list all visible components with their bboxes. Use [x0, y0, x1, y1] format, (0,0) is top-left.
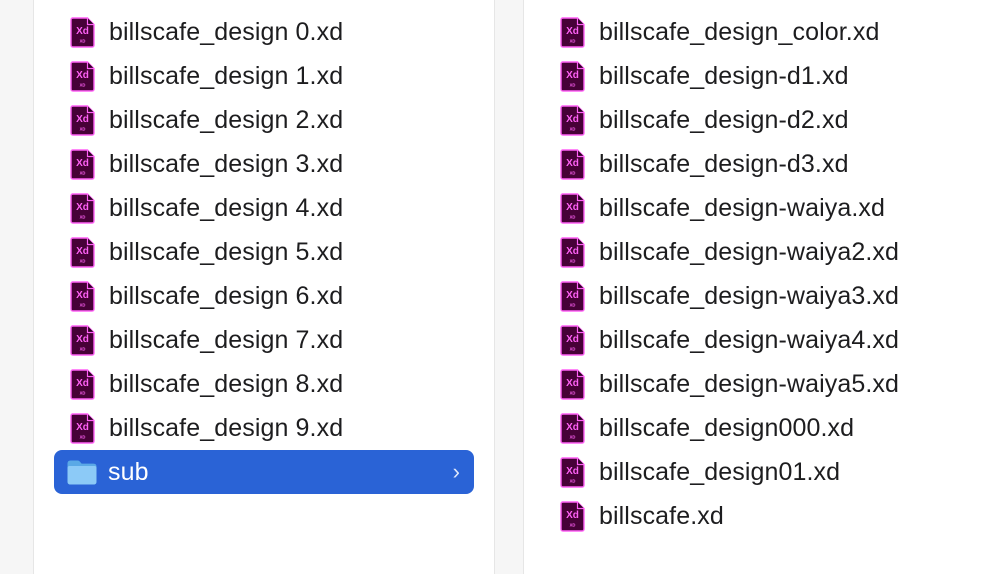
chevron-right-icon: › [452, 459, 460, 484]
file-name: billscafe_design-d1.xd [599, 61, 849, 90]
xd-file-icon [70, 17, 95, 48]
file-name: billscafe_design 2.xd [109, 105, 344, 134]
file-name: billscafe_design 0.xd [109, 17, 344, 46]
file-name: billscafe_design 5.xd [109, 237, 344, 266]
xd-file-icon [70, 325, 95, 356]
finder-column-child[interactable]: billscafe_design_color.xd billscafe_desi… [523, 0, 982, 574]
file-name: billscafe_design 1.xd [109, 61, 344, 90]
file-row[interactable]: billscafe_design-d3.xd [544, 142, 972, 186]
folder-name: sub [108, 457, 149, 486]
finder-column-view: billscafe_design 0.xd billscafe_design 1… [0, 0, 982, 574]
xd-file-icon [70, 413, 95, 444]
xd-file-icon [70, 193, 95, 224]
xd-file-icon [560, 325, 585, 356]
xd-file-icon [560, 237, 585, 268]
file-row[interactable]: billscafe_design 7.xd [54, 318, 474, 362]
xd-file-icon [70, 237, 95, 268]
file-row[interactable]: billscafe_design 3.xd [54, 142, 474, 186]
file-row[interactable]: billscafe_design 6.xd [54, 274, 474, 318]
file-name: billscafe_design-waiya2.xd [599, 237, 899, 266]
xd-file-icon [70, 105, 95, 136]
file-row[interactable]: billscafe_design 5.xd [54, 230, 474, 274]
file-list-child: billscafe_design_color.xd billscafe_desi… [524, 10, 982, 538]
file-row[interactable]: billscafe_design-waiya2.xd [544, 230, 972, 274]
folder-row-sub[interactable]: sub › [54, 450, 474, 494]
file-row[interactable]: billscafe_design-waiya5.xd [544, 362, 972, 406]
file-name: billscafe_design000.xd [599, 413, 855, 442]
xd-file-icon [560, 413, 585, 444]
xd-file-icon [560, 501, 585, 532]
xd-file-icon [70, 149, 95, 180]
xd-file-icon [560, 17, 585, 48]
folder-icon [67, 460, 97, 485]
file-row[interactable]: billscafe_design 0.xd [54, 10, 474, 54]
file-list-parent: billscafe_design 0.xd billscafe_design 1… [34, 10, 494, 494]
file-row[interactable]: billscafe_design-waiya.xd [544, 186, 972, 230]
xd-file-icon [560, 369, 585, 400]
file-name: billscafe_design-waiya5.xd [599, 369, 899, 398]
file-row[interactable]: billscafe_design_color.xd [544, 10, 972, 54]
file-name: billscafe.xd [599, 501, 724, 530]
xd-file-icon [560, 193, 585, 224]
xd-file-icon [560, 61, 585, 92]
xd-file-icon [70, 61, 95, 92]
file-row[interactable]: billscafe_design01.xd [544, 450, 972, 494]
file-row[interactable]: billscafe_design 9.xd [54, 406, 474, 450]
file-row[interactable]: billscafe_design-waiya4.xd [544, 318, 972, 362]
file-row[interactable]: billscafe_design-d1.xd [544, 54, 972, 98]
file-row[interactable]: billscafe_design 8.xd [54, 362, 474, 406]
file-name: billscafe_design_color.xd [599, 17, 880, 46]
file-row[interactable]: billscafe.xd [544, 494, 972, 538]
file-row[interactable]: billscafe_design-waiya3.xd [544, 274, 972, 318]
file-row[interactable]: billscafe_design 2.xd [54, 98, 474, 142]
file-name: billscafe_design 8.xd [109, 369, 344, 398]
xd-file-icon [70, 369, 95, 400]
xd-file-icon [560, 149, 585, 180]
file-name: billscafe_design 6.xd [109, 281, 344, 310]
file-name: billscafe_design 4.xd [109, 193, 344, 222]
file-name: billscafe_design 7.xd [109, 325, 344, 354]
file-row[interactable]: billscafe_design000.xd [544, 406, 972, 450]
xd-file-icon [70, 281, 95, 312]
file-name: billscafe_design 9.xd [109, 413, 344, 442]
file-name: billscafe_design-waiya3.xd [599, 281, 899, 310]
file-name: billscafe_design 3.xd [109, 149, 344, 178]
file-row[interactable]: billscafe_design-d2.xd [544, 98, 972, 142]
file-name: billscafe_design01.xd [599, 457, 841, 486]
xd-file-icon [560, 105, 585, 136]
finder-column-parent[interactable]: billscafe_design 0.xd billscafe_design 1… [33, 0, 495, 574]
file-name: billscafe_design-d3.xd [599, 149, 849, 178]
xd-file-icon [560, 281, 585, 312]
file-name: billscafe_design-waiya4.xd [599, 325, 899, 354]
file-row[interactable]: billscafe_design 1.xd [54, 54, 474, 98]
file-row[interactable]: billscafe_design 4.xd [54, 186, 474, 230]
file-name: billscafe_design-waiya.xd [599, 193, 885, 222]
xd-file-icon [560, 457, 585, 488]
file-name: billscafe_design-d2.xd [599, 105, 849, 134]
